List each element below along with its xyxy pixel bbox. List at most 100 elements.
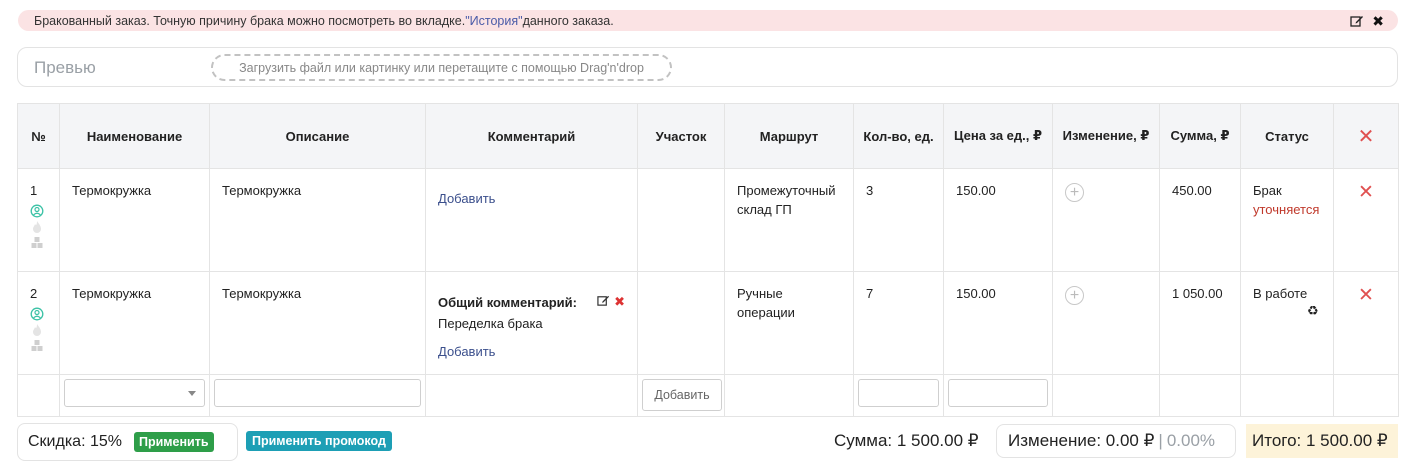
row-status: В работе ♻	[1240, 271, 1334, 375]
row-name: Термокружка	[59, 168, 210, 272]
row-side-icons	[30, 204, 47, 250]
new-comment-cell	[425, 374, 638, 417]
fire-icon[interactable]	[30, 323, 44, 337]
alert-tools: ✖	[1350, 14, 1384, 28]
row-comment: Добавить	[425, 168, 638, 272]
comment-header: Общий комментарий: ✖	[438, 294, 625, 310]
status-sub: уточняется	[1253, 202, 1320, 217]
new-delete-cell	[1333, 374, 1399, 417]
alert-text-after: данного заказа.	[522, 13, 614, 28]
fire-icon[interactable]	[30, 220, 44, 234]
route-line1: Ручные	[737, 286, 783, 301]
add-change-icon[interactable]: +	[1065, 183, 1084, 202]
row-num-cell: 1	[17, 168, 60, 272]
header-area: Участок	[637, 103, 725, 169]
preview-panel: Превью Загрузить файл или картинку или п…	[17, 47, 1398, 87]
header-delete-all[interactable]: ✕	[1333, 103, 1399, 169]
apply-discount-button[interactable]: Применить	[134, 432, 214, 452]
new-item-row: Добавить	[17, 374, 1399, 417]
price-input[interactable]	[948, 379, 1048, 407]
new-name-cell	[59, 374, 210, 417]
file-dropzone[interactable]: Загрузить файл или картинку или перетащи…	[211, 54, 672, 81]
change-percent: 0.00%	[1166, 431, 1216, 450]
header-sum: Сумма, ₽	[1159, 103, 1241, 169]
order-items-table: № Наименование Описание Комментарий Учас…	[17, 103, 1399, 417]
table-row: 2 Термокружка Термокружка Общий коммента…	[17, 271, 1399, 375]
delete-comment-icon[interactable]: ✖	[614, 294, 625, 310]
header-qty: Кол-во, ед.	[853, 103, 944, 169]
new-area-cell: Добавить	[637, 374, 725, 417]
recycle-icon[interactable]: ♻	[1307, 303, 1319, 319]
change-separator: |	[1158, 431, 1163, 450]
add-area-button[interactable]: Добавить	[642, 379, 722, 411]
cubes-icon[interactable]	[30, 339, 44, 353]
route-line2: склад ГП	[737, 202, 792, 217]
add-comment-link[interactable]: Добавить	[438, 191, 495, 206]
table-row: 1 Термокружка Термокружка Добавить Проме…	[17, 168, 1399, 272]
apply-promo-button[interactable]: Применить промокод	[246, 431, 392, 451]
defect-alert: Бракованный заказ. Точную причину брака …	[18, 10, 1398, 31]
row-area	[637, 168, 725, 272]
new-status-cell	[1240, 374, 1334, 417]
row-number: 2	[30, 286, 38, 301]
name-select[interactable]	[64, 379, 205, 407]
comment-tools: ✖	[597, 294, 625, 310]
row-num-cell: 2	[17, 271, 60, 375]
delete-row-icon[interactable]: ✕	[1346, 183, 1386, 202]
route-line2: операции	[737, 305, 795, 320]
edit-comment-icon[interactable]	[597, 294, 610, 310]
row-delete: ✕	[1333, 271, 1399, 375]
row-change: +	[1052, 271, 1160, 375]
user-icon[interactable]	[30, 204, 44, 218]
header-description: Описание	[209, 103, 426, 169]
row-route: Промежуточный склад ГП	[724, 168, 854, 272]
close-icon[interactable]: ✖	[1372, 14, 1384, 28]
row-description: Термокружка	[209, 271, 426, 375]
change-box: Изменение: 0.00 ₽ | 0.00%	[996, 424, 1236, 458]
header-num: №	[17, 103, 60, 169]
header-comment: Комментарий	[425, 103, 638, 169]
new-sum-cell	[1159, 374, 1241, 417]
sum-total: Сумма: 1 500.00 ₽	[834, 431, 979, 450]
qty-input[interactable]	[858, 379, 939, 407]
row-price: 150.00	[943, 271, 1053, 375]
delete-all-icon[interactable]: ✕	[1358, 126, 1375, 148]
change-amount: Изменение: 0.00 ₽	[1008, 431, 1155, 450]
row-change: +	[1052, 168, 1160, 272]
alert-text-before: Бракованный заказ. Точную причину брака …	[34, 13, 466, 28]
add-change-icon[interactable]: +	[1065, 286, 1084, 305]
new-qty-cell	[853, 374, 944, 417]
new-desc-cell	[209, 374, 426, 417]
new-num	[17, 374, 60, 417]
description-input[interactable]	[214, 379, 421, 407]
row-status: Брак уточняется	[1240, 168, 1334, 272]
header-status: Статус	[1240, 103, 1334, 169]
discount-text: Скидка: 15%	[28, 433, 122, 450]
row-area	[637, 271, 725, 375]
new-price-cell	[943, 374, 1053, 417]
route-line1: Промежуточный	[737, 183, 836, 198]
cubes-icon[interactable]	[30, 236, 44, 250]
row-sum: 450.00	[1159, 168, 1241, 272]
header-route: Маршрут	[724, 103, 854, 169]
comment-title: Общий комментарий:	[438, 294, 577, 310]
row-number: 1	[30, 183, 38, 198]
status-main: В работе	[1253, 286, 1308, 301]
header-name: Наименование	[59, 103, 210, 169]
row-delete: ✕	[1333, 168, 1399, 272]
history-link[interactable]: "История"	[465, 14, 522, 28]
header-change: Изменение, ₽	[1052, 103, 1160, 169]
row-side-icons	[30, 307, 47, 353]
status-main: Брак	[1253, 183, 1282, 198]
user-icon[interactable]	[30, 307, 44, 321]
comment-text: Переделка брака	[438, 316, 543, 331]
new-route-cell	[724, 374, 854, 417]
row-description: Термокружка	[209, 168, 426, 272]
row-price: 150.00	[943, 168, 1053, 272]
row-sum: 1 050.00	[1159, 271, 1241, 375]
new-change-cell	[1052, 374, 1160, 417]
add-comment-link[interactable]: Добавить	[438, 344, 495, 359]
edit-icon[interactable]	[1350, 14, 1364, 28]
header-price: Цена за ед., ₽	[943, 103, 1053, 169]
delete-row-icon[interactable]: ✕	[1346, 286, 1386, 305]
